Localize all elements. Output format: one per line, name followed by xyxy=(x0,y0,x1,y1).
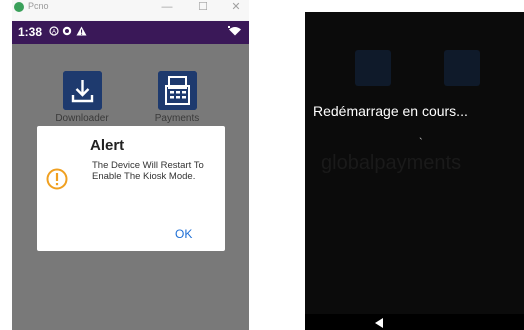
nav-bar xyxy=(305,314,524,330)
tile-payments-label: Payments xyxy=(154,113,200,124)
close-button[interactable]: ✕ xyxy=(223,0,249,16)
window-title: Pcno xyxy=(28,1,49,11)
app-icon xyxy=(14,2,24,12)
svg-text:A: A xyxy=(52,30,56,36)
window-titlebar: Pcno — ☐ ✕ xyxy=(12,0,249,20)
faded-download-icon xyxy=(355,50,391,86)
wifi-icon xyxy=(228,26,242,39)
download-icon xyxy=(62,71,102,110)
phone-status-bar: 1:38 A xyxy=(12,21,249,44)
restart-screen: globalpayments Redémarrage en cours... ` xyxy=(305,12,524,330)
faded-payments-icon xyxy=(444,50,480,86)
status-icon-a: A xyxy=(49,26,59,40)
maximize-button[interactable]: ☐ xyxy=(190,0,216,16)
warning-icon xyxy=(76,26,87,39)
restart-message: Redémarrage en cours... xyxy=(313,103,468,119)
tile-downloader[interactable]: Downloader xyxy=(42,71,122,124)
tile-downloader-label: Downloader xyxy=(55,113,109,124)
ok-button[interactable]: OK xyxy=(175,227,192,241)
dialog-title: Alert xyxy=(90,137,125,154)
restart-progress-tick: ` xyxy=(419,137,423,149)
back-icon[interactable] xyxy=(373,316,385,330)
alert-dialog: Alert The Device Will Restart To Enable … xyxy=(37,126,225,251)
payments-icon xyxy=(157,71,197,110)
phone-screen: Downloader Payments Alert The Device Wil… xyxy=(12,44,249,330)
status-icon-b xyxy=(62,26,72,40)
minimize-button[interactable]: — xyxy=(154,0,180,16)
tile-payments[interactable]: Payments xyxy=(137,71,217,124)
faded-brand-logo: globalpayments xyxy=(321,152,462,174)
dialog-message: The Device Will Restart To Enable The Ki… xyxy=(92,160,204,182)
warning-circle-icon xyxy=(46,168,68,190)
status-time: 1:38 xyxy=(18,25,43,39)
